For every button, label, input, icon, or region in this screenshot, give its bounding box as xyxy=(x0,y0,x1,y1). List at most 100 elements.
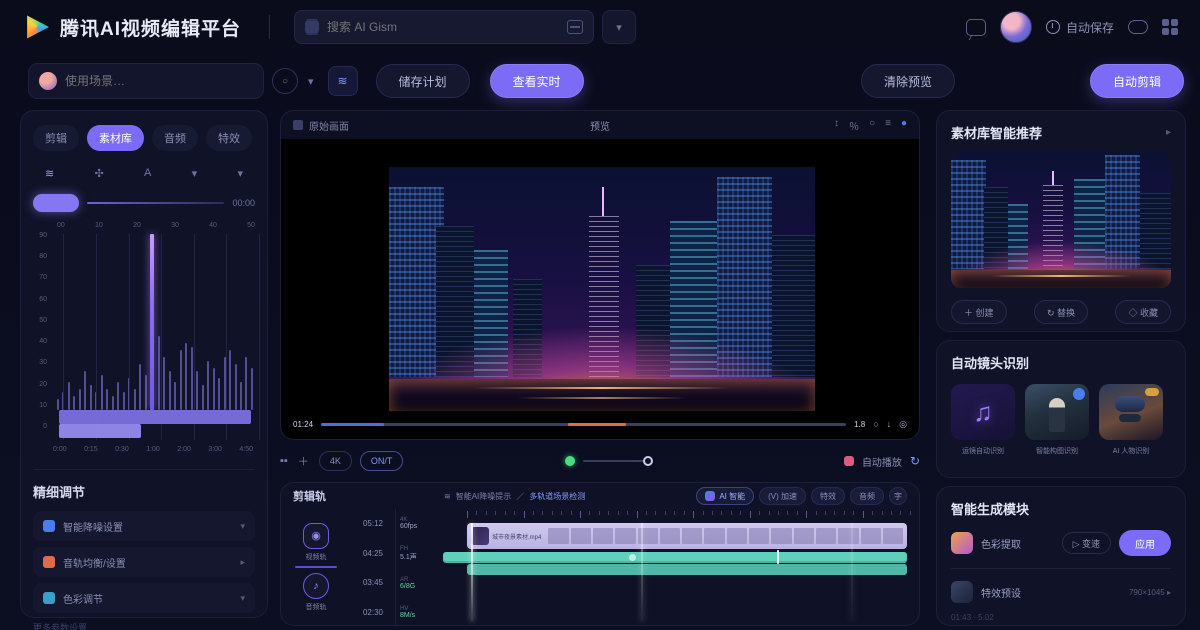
tool-icon-3[interactable]: A xyxy=(144,167,151,180)
message-bubble-icon[interactable] xyxy=(1128,20,1148,34)
download-icon[interactable]: ↓ xyxy=(887,419,892,429)
scene-input-wrap[interactable] xyxy=(28,63,264,99)
circle-icon[interactable]: ○ xyxy=(869,118,875,133)
auto-edit-button[interactable]: 自动剪辑 xyxy=(1090,64,1184,98)
history-icon[interactable]: ○ xyxy=(873,419,878,429)
wave-bar xyxy=(191,347,193,410)
app-logo[interactable]: 腾讯AI视频编辑平台 xyxy=(24,14,241,41)
tool-icon-2[interactable]: ✣ xyxy=(95,167,104,180)
apps-grid-icon[interactable] xyxy=(1162,19,1178,35)
tab-4[interactable]: 特效 xyxy=(206,125,252,151)
adjust-item-1[interactable]: 智能降噪设置▾ xyxy=(33,511,255,541)
ruler-tick xyxy=(712,511,713,515)
record-circle-button[interactable]: ○ xyxy=(272,68,298,94)
wave-bar xyxy=(196,371,198,410)
subtitle-badge[interactable]: 字 xyxy=(889,487,907,505)
detect-tile-vr[interactable]: AI 人物识别 xyxy=(1099,384,1163,456)
frame-cell xyxy=(682,528,702,544)
mode-pill[interactable]: ON/T xyxy=(360,451,404,471)
selection-band-bottom[interactable] xyxy=(59,424,141,438)
chart-y-axis: 9080706050403020100 xyxy=(33,222,47,430)
timeline-pill-4[interactable]: 音频 xyxy=(850,487,884,505)
tab-1[interactable]: 剪辑 xyxy=(33,125,79,151)
track-label-2[interactable]: ♪音频轨 xyxy=(303,573,329,612)
audio-track-icon: ♪ xyxy=(303,573,329,599)
top-bar: 腾讯AI视频编辑平台 ▾ 自动保存 xyxy=(0,0,1200,54)
tracks-area[interactable]: 城市夜景素材.mp4 xyxy=(443,509,911,625)
timeline-pill-1[interactable]: AI 智能 xyxy=(696,487,754,505)
scene-input[interactable] xyxy=(65,74,253,88)
wave-bar xyxy=(117,382,119,410)
slider-track[interactable] xyxy=(87,202,224,204)
apply-button[interactable]: 应用 xyxy=(1119,530,1171,556)
video-clip[interactable]: 城市夜景素材.mp4 xyxy=(467,523,907,549)
avatar[interactable] xyxy=(1000,11,1032,43)
chevron-right-icon[interactable]: ▸ xyxy=(1166,127,1171,138)
percent-icon[interactable]: ％ xyxy=(849,118,859,133)
ruler-tick xyxy=(665,511,666,515)
detect-tile-person[interactable]: 智能构图识别 xyxy=(1025,384,1089,456)
adjust-section: 精细调节 智能降噪设置▾音轨均衡/设置▸色彩调节▾ 更多参数设置… xyxy=(33,469,255,630)
live-dot xyxy=(565,456,575,466)
frame-cell xyxy=(727,528,747,544)
playhead[interactable] xyxy=(471,523,473,621)
y-tick: 40 xyxy=(33,338,47,345)
resolution-pill[interactable]: 4K xyxy=(319,451,352,471)
plan-button[interactable]: 储存计划 xyxy=(376,64,470,98)
search-bar[interactable] xyxy=(294,10,594,44)
refresh-icon[interactable]: ↻ xyxy=(910,454,920,468)
ruler-tick xyxy=(750,511,751,518)
keyframe-dot[interactable] xyxy=(629,554,636,561)
clear-button[interactable]: 清除预览 xyxy=(861,64,955,98)
ruler-tick xyxy=(637,511,638,518)
clip-label: 城市夜景素材.mp4 xyxy=(492,532,541,541)
clip-thumbnail xyxy=(471,527,489,545)
view-mode[interactable]: 原始画面 xyxy=(293,118,349,133)
slider-thumb[interactable] xyxy=(33,194,79,212)
video-viewport[interactable]: 01:24 1.8 ○ ↓ ◎ xyxy=(281,139,919,439)
timeline-hint: ≋ 智能AI降噪提示 ／ 多轨道场景检测 xyxy=(444,491,585,502)
tool-icon-1[interactable]: ≋ xyxy=(45,167,54,180)
search-dropdown-button[interactable]: ▾ xyxy=(602,10,636,44)
snap-icon[interactable]: ▪▪ xyxy=(280,455,288,467)
progress-segment-orange xyxy=(568,423,626,426)
tool-icon-4[interactable]: ▾ xyxy=(192,167,198,180)
adjust-item-3[interactable]: 色彩调节▾ xyxy=(33,583,255,613)
generate-row-2[interactable]: 特效预设 790×1045 ▸ xyxy=(951,581,1171,603)
audio-clip-1[interactable] xyxy=(443,552,907,563)
settings-icon[interactable]: ◎ xyxy=(899,419,907,430)
chevron-down-icon[interactable]: ▾ xyxy=(308,75,314,88)
tool-icon-5[interactable]: ▾ xyxy=(237,167,243,180)
add-icon[interactable]: ＋ xyxy=(298,453,309,469)
list-icon[interactable]: ≡ xyxy=(885,118,891,133)
ruler-tick xyxy=(589,511,590,515)
selection-band-top[interactable] xyxy=(59,410,251,424)
tab-3[interactable]: 音频 xyxy=(152,125,198,151)
adjust-item-2[interactable]: 音轨均衡/设置▸ xyxy=(33,547,255,577)
recommend-button-2[interactable]: ↻ 替换 xyxy=(1034,300,1088,324)
timeline-pill-2[interactable]: (V) 加速 xyxy=(759,487,806,505)
ruler-tick xyxy=(721,511,722,515)
chart-x-axis: 0:000:150:301:002:003:004:50 xyxy=(53,446,253,453)
chat-icon[interactable] xyxy=(966,19,986,36)
speed-pill[interactable]: ▷ 变速 xyxy=(1062,532,1111,554)
recommend-preview[interactable] xyxy=(951,152,1171,288)
search-input[interactable] xyxy=(327,20,559,34)
timeline-pill-3[interactable]: 特效 xyxy=(811,487,845,505)
volume-knob[interactable] xyxy=(643,456,653,466)
y-tick: 0 xyxy=(33,423,47,430)
volume-track[interactable] xyxy=(583,460,653,462)
preview-button[interactable]: 查看实时 xyxy=(490,64,584,98)
audio-clip-2[interactable] xyxy=(467,564,907,575)
progress-track[interactable] xyxy=(321,423,846,426)
recommend-button-3[interactable]: ◇ 收藏 xyxy=(1115,300,1171,324)
save-icon[interactable] xyxy=(567,20,583,34)
ai-sparkle-button[interactable]: ≋ xyxy=(328,66,358,96)
recommend-button-1[interactable]: ＋ 创建 xyxy=(951,300,1007,324)
tab-2[interactable]: 素材库 xyxy=(87,125,144,151)
track-label-1[interactable]: ◉视频轨 xyxy=(303,523,329,562)
ruler-tick xyxy=(844,511,845,515)
ruler-tick xyxy=(608,511,609,515)
detect-tile-music[interactable]: ♫ 运镜自动识别 xyxy=(951,384,1015,456)
fit-icon[interactable]: ↕ xyxy=(834,118,839,133)
